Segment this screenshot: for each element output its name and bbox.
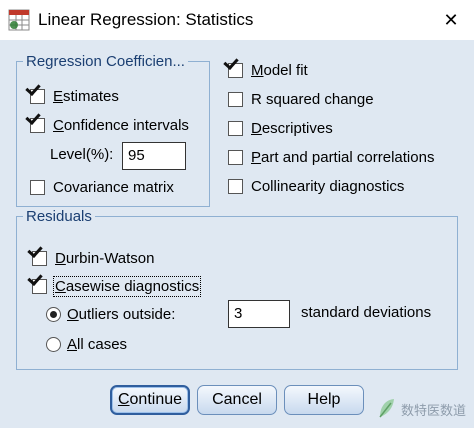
title-bar: Linear Regression: Statistics ✕ — [0, 0, 474, 40]
watermark: 数特医数道 — [377, 397, 466, 422]
std-dev-label: standard deviations — [301, 304, 432, 321]
close-icon: ✕ — [443, 9, 459, 30]
descriptives-label: Descriptives — [251, 120, 333, 137]
collinearity-diagnostics-checkbox[interactable]: Collinearity diagnostics — [228, 178, 404, 195]
leaf-logo-icon — [377, 397, 397, 422]
regression-coefficients-legend: Regression Coefficien... — [26, 53, 185, 70]
estimates-label: Estimates — [53, 88, 119, 105]
covariance-matrix-check-icon — [30, 180, 45, 195]
model-fit-check-icon — [228, 63, 243, 78]
dialog-body: Regression Coefficien... Estimates Confi… — [0, 40, 474, 428]
outliers-outside-label: Outliers outside: — [67, 306, 176, 323]
close-button[interactable]: ✕ — [428, 0, 474, 40]
r-squared-change-check-icon — [228, 92, 243, 107]
confidence-intervals-check-icon — [30, 118, 45, 133]
all-cases-radio-icon — [46, 337, 61, 352]
covariance-matrix-label: Covariance matrix — [53, 179, 174, 196]
watermark-text: 数特医数道 — [400, 403, 466, 418]
level-label: Level(%): — [50, 146, 114, 163]
model-fit-checkbox[interactable]: Model fit — [228, 62, 308, 79]
part-partial-label: Part and partial correlations — [251, 149, 435, 166]
estimates-checkbox[interactable]: Estimates — [30, 88, 119, 105]
outliers-radio-icon — [46, 307, 61, 322]
confidence-intervals-label: Confidence intervals — [53, 117, 189, 134]
casewise-diagnostics-checkbox[interactable]: Casewise diagnostics — [32, 276, 202, 297]
cancel-label: Cancel — [212, 391, 262, 408]
help-label: Help — [307, 391, 341, 408]
all-cases-label: All cases — [67, 336, 128, 353]
confidence-intervals-checkbox[interactable]: Confidence intervals — [30, 117, 189, 134]
casewise-check-icon — [32, 279, 47, 294]
part-partial-correlations-checkbox[interactable]: Part and partial correlations — [228, 149, 434, 166]
model-fit-label: Model fit — [251, 62, 308, 79]
part-partial-check-icon — [228, 150, 243, 165]
regression-app-icon — [8, 9, 30, 31]
descriptives-checkbox[interactable]: Descriptives — [228, 120, 333, 137]
continue-label: Continue — [117, 391, 183, 408]
covariance-matrix-checkbox[interactable]: Covariance matrix — [30, 179, 174, 196]
collinearity-check-icon — [228, 179, 243, 194]
descriptives-check-icon — [228, 121, 243, 136]
outliers-std-dev-input[interactable]: 3 — [228, 300, 290, 328]
r-squared-change-label: R squared change — [251, 91, 374, 108]
estimates-check-icon — [30, 89, 45, 104]
continue-button[interactable]: Continue — [110, 385, 190, 415]
residuals-legend: Residuals — [26, 208, 92, 225]
cancel-button[interactable]: Cancel — [197, 385, 277, 415]
help-button[interactable]: Help — [284, 385, 364, 415]
r-squared-change-checkbox[interactable]: R squared change — [228, 91, 374, 108]
durbin-watson-label: Durbin-Watson — [55, 250, 155, 267]
all-cases-radio[interactable]: All cases — [46, 336, 127, 353]
durbin-watson-checkbox[interactable]: Durbin-Watson — [32, 250, 155, 267]
window-title: Linear Regression: Statistics — [38, 10, 254, 29]
confidence-level-input[interactable]: 95 — [122, 142, 186, 170]
casewise-label: Casewise diagnostics — [52, 276, 202, 297]
collinearity-label: Collinearity diagnostics — [251, 178, 405, 195]
outliers-outside-radio[interactable]: Outliers outside: — [46, 306, 175, 323]
durbin-watson-check-icon — [32, 251, 47, 266]
